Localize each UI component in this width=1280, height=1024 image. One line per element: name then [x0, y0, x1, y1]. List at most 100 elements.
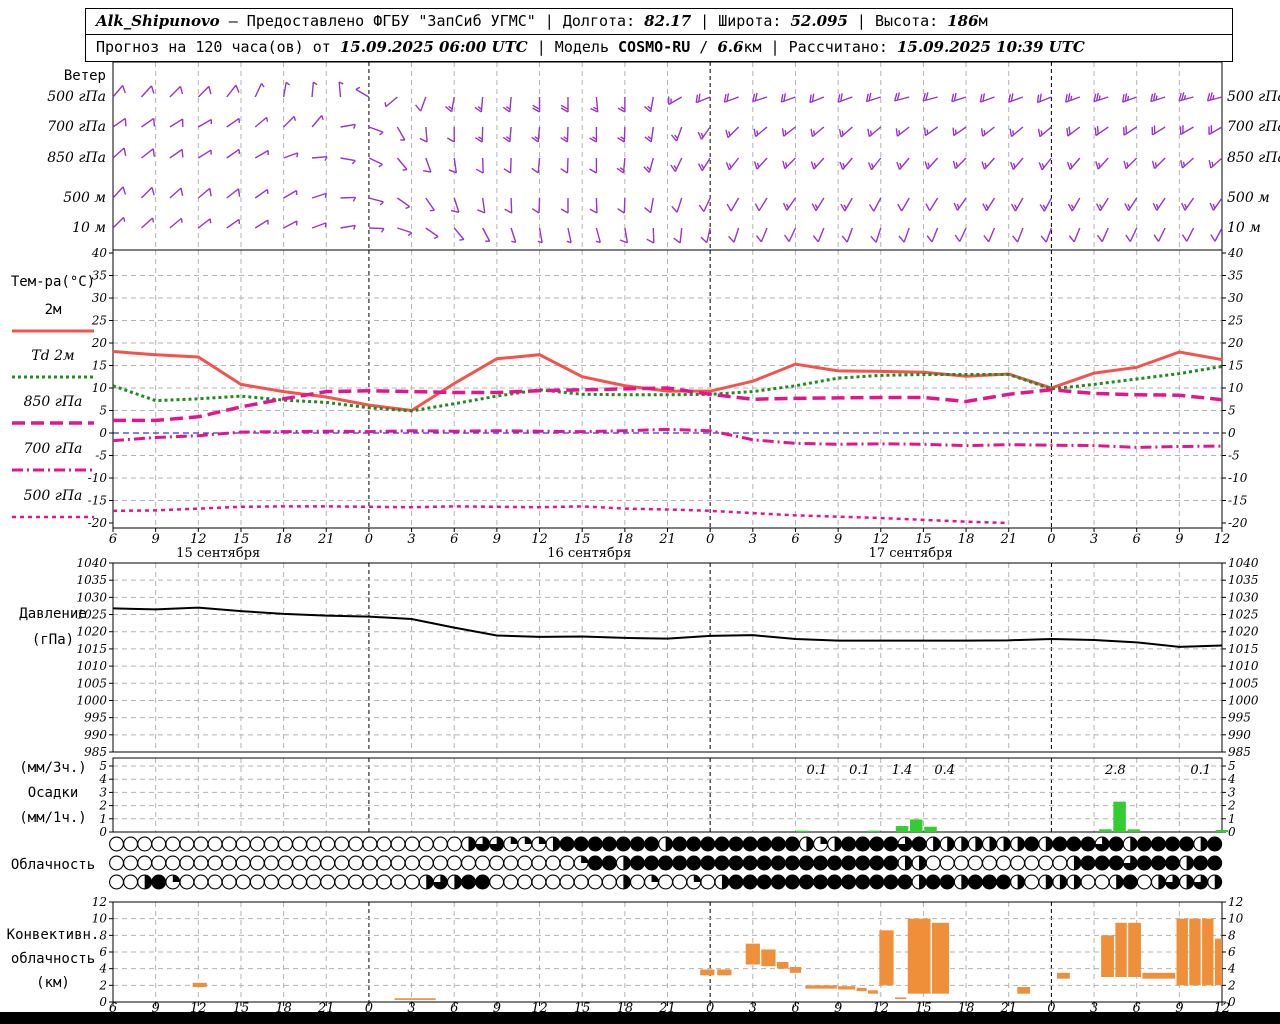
svg-text:1025: 1025 [1228, 608, 1259, 622]
svg-text:15: 15 [574, 532, 591, 547]
svg-text:21: 21 [658, 532, 676, 547]
svg-text:1015: 1015 [76, 642, 107, 656]
svg-text:21: 21 [317, 532, 335, 547]
svg-text:3: 3 [1228, 785, 1236, 799]
svg-text:15 сентября: 15 сентября [176, 546, 260, 561]
svg-text:1020: 1020 [1228, 625, 1259, 639]
svg-text:3: 3 [99, 785, 107, 799]
svg-text:4: 4 [1227, 772, 1236, 786]
svg-text:12: 12 [1228, 895, 1243, 909]
svg-text:1020: 1020 [76, 625, 107, 639]
svg-text:12: 12 [872, 532, 889, 547]
svg-text:1040: 1040 [76, 556, 107, 570]
svg-text:15: 15 [92, 359, 107, 373]
svg-text:985: 985 [1228, 745, 1251, 759]
svg-text:18: 18 [275, 532, 292, 547]
svg-text:16 сентября: 16 сентября [547, 546, 631, 561]
svg-text:9: 9 [1175, 532, 1183, 547]
svg-text:0: 0 [1228, 825, 1236, 839]
svg-text:1: 1 [1228, 812, 1236, 826]
svg-text:-5: -5 [1228, 449, 1240, 463]
svg-text:0.1: 0.1 [806, 763, 827, 778]
svg-text:1015: 1015 [1228, 642, 1259, 656]
svg-text:9: 9 [834, 532, 842, 547]
svg-text:21: 21 [999, 532, 1017, 547]
svg-text:0: 0 [365, 532, 373, 547]
svg-text:15: 15 [233, 532, 250, 547]
svg-text:12: 12 [190, 532, 207, 547]
svg-text:0: 0 [706, 532, 714, 547]
svg-text:1030: 1030 [76, 590, 107, 604]
svg-text:10: 10 [92, 381, 108, 395]
svg-text:4: 4 [98, 772, 107, 786]
svg-text:6: 6 [99, 945, 107, 959]
svg-text:990: 990 [84, 728, 107, 742]
svg-text:1005: 1005 [76, 676, 107, 690]
svg-text:18: 18 [617, 532, 634, 547]
svg-text:-20: -20 [88, 516, 108, 530]
svg-text:12: 12 [92, 895, 107, 909]
svg-text:1040: 1040 [1228, 556, 1259, 570]
svg-text:25: 25 [1227, 314, 1243, 328]
svg-text:5: 5 [1228, 759, 1236, 773]
svg-text:9: 9 [152, 532, 160, 547]
svg-text:3: 3 [1090, 532, 1098, 547]
svg-text:995: 995 [1228, 711, 1251, 725]
svg-text:990: 990 [1228, 728, 1251, 742]
svg-text:5: 5 [1228, 404, 1236, 418]
svg-text:4: 4 [1227, 962, 1236, 976]
svg-text:3: 3 [749, 532, 757, 547]
svg-text:5: 5 [99, 404, 107, 418]
svg-text:0: 0 [99, 426, 107, 440]
svg-text:0: 0 [1047, 532, 1055, 547]
svg-text:12: 12 [1214, 532, 1231, 547]
svg-text:1030: 1030 [1228, 590, 1259, 604]
svg-text:1: 1 [99, 812, 107, 826]
svg-text:0: 0 [99, 995, 107, 1009]
svg-text:-15: -15 [88, 494, 107, 508]
svg-text:0: 0 [99, 825, 107, 839]
svg-text:1.4: 1.4 [892, 763, 913, 778]
svg-text:2: 2 [1227, 799, 1236, 813]
svg-text:35: 35 [1228, 269, 1243, 283]
svg-text:8: 8 [1228, 928, 1236, 942]
svg-text:0.1: 0.1 [1190, 763, 1211, 778]
svg-text:1000: 1000 [1228, 693, 1259, 707]
svg-text:2: 2 [1227, 978, 1236, 992]
svg-text:0.4: 0.4 [934, 763, 955, 778]
svg-text:1005: 1005 [1228, 676, 1259, 690]
svg-text:0: 0 [1228, 426, 1236, 440]
meteogram-plot: -20 -20-15 -15-10 -10-5 -50 05 510 1015 1520 2025… [76, 61, 1259, 1016]
svg-text:20: 20 [91, 336, 108, 350]
svg-text:2.8: 2.8 [1104, 763, 1126, 778]
svg-text:-5: -5 [95, 449, 107, 463]
svg-text:2: 2 [98, 978, 107, 992]
svg-text:10: 10 [92, 912, 108, 926]
svg-text:4: 4 [98, 962, 107, 976]
svg-text:-10: -10 [88, 471, 108, 485]
svg-text:5: 5 [99, 759, 107, 773]
svg-text:18: 18 [958, 532, 975, 547]
svg-text:6: 6 [109, 532, 117, 547]
svg-text:17 сентября: 17 сентября [869, 546, 953, 561]
svg-text:-15: -15 [1228, 494, 1247, 508]
svg-text:40: 40 [1227, 246, 1244, 260]
footer-black-bar [0, 1012, 1280, 1024]
svg-text:6: 6 [1133, 532, 1141, 547]
svg-text:20: 20 [1227, 336, 1244, 350]
svg-text:985: 985 [84, 745, 107, 759]
svg-text:25: 25 [91, 314, 107, 328]
svg-text:12: 12 [531, 532, 548, 547]
svg-text:10: 10 [1228, 912, 1244, 926]
svg-text:2: 2 [98, 799, 107, 813]
svg-text:1025: 1025 [76, 608, 107, 622]
svg-text:15: 15 [915, 532, 932, 547]
svg-text:8: 8 [99, 928, 107, 942]
svg-text:1035: 1035 [76, 573, 107, 587]
svg-text:6: 6 [450, 532, 458, 547]
svg-text:995: 995 [84, 711, 107, 725]
svg-text:15: 15 [1228, 359, 1243, 373]
svg-text:35: 35 [92, 269, 107, 283]
svg-text:0.1: 0.1 [849, 763, 870, 778]
svg-text:6: 6 [1228, 945, 1236, 959]
